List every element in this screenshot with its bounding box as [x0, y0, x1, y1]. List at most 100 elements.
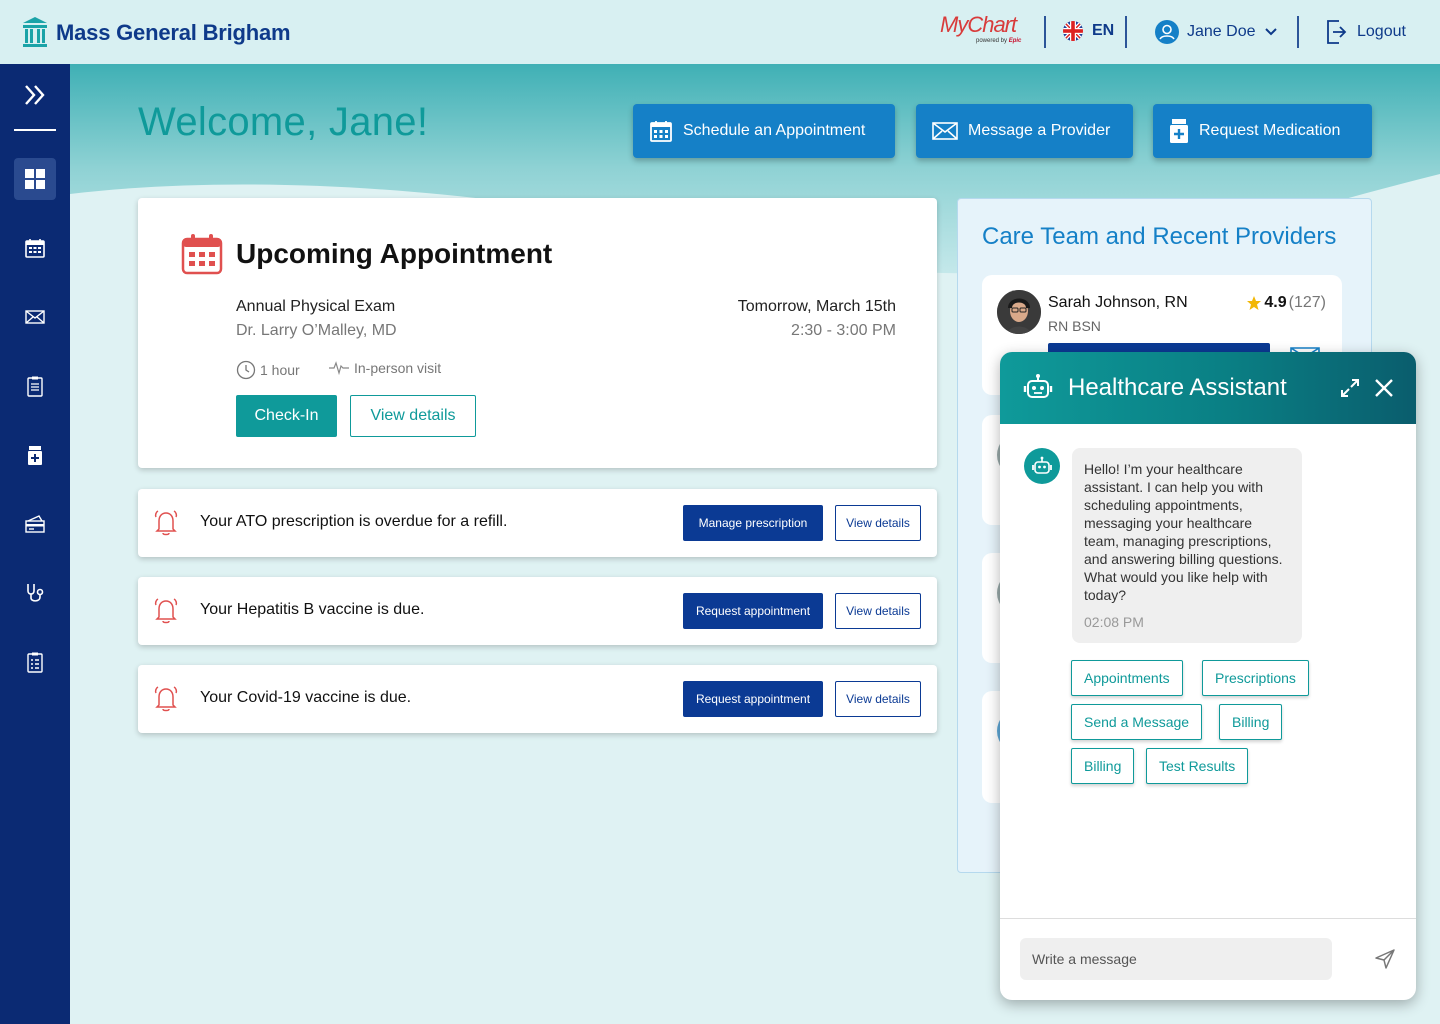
language-label: EN: [1092, 22, 1115, 39]
assistant-message-text: Hello! I’m your healthcare assistant. I …: [1084, 461, 1283, 603]
clipboard-icon: [27, 376, 43, 397]
sidebar-item-tasks[interactable]: [14, 365, 56, 407]
request-appointment-button[interactable]: Request appointment: [683, 681, 823, 717]
rating-value: 4.9: [1264, 294, 1287, 311]
sidebar-item-care[interactable]: [14, 572, 56, 614]
message-timestamp: 02:08 PM: [1084, 614, 1144, 630]
appointment-visit-type: In-person visit: [328, 360, 441, 376]
appointment-doctor: Dr. Larry O’Malley, MD: [236, 322, 397, 339]
care-team-title: Care Team and Recent Providers: [982, 223, 1337, 250]
alert-text: Your ATO prescription is overdue for a r…: [200, 513, 508, 530]
appointment-name: Annual Physical Exam: [236, 298, 396, 315]
chip-send-message[interactable]: Send a Message: [1071, 704, 1203, 740]
records-icon: [27, 652, 43, 673]
view-details-button[interactable]: View details: [835, 681, 921, 717]
chip-test-results[interactable]: Test Results: [1146, 748, 1249, 784]
medication-icon: [28, 446, 42, 465]
hospital-logo-icon: [23, 17, 47, 47]
divider: [1125, 16, 1127, 48]
stethoscope-icon: [27, 584, 44, 602]
bell-icon: [154, 598, 178, 624]
chat-header: Healthcare Assistant: [1000, 352, 1416, 424]
calendar-icon: [650, 121, 672, 142]
provider-name: Sarah Johnson, RN: [1048, 294, 1188, 311]
rating-count: (127): [1288, 294, 1326, 311]
chip-billing[interactable]: Billing: [1219, 704, 1283, 740]
brand-logo[interactable]: Mass General Brigham: [22, 16, 291, 50]
close-icon[interactable]: [1374, 378, 1394, 398]
sidebar-item-appointments[interactable]: [14, 227, 56, 269]
medication-icon: [1170, 119, 1188, 143]
sidebar-expand-button[interactable]: [22, 82, 48, 108]
robot-icon: [1032, 456, 1052, 474]
manage-prescription-button[interactable]: Manage prescription: [683, 505, 823, 541]
bell-icon: [154, 510, 178, 536]
clock-icon: [236, 360, 256, 380]
sidebar-item-messages[interactable]: [14, 296, 56, 338]
alert-card: Your Covid-19 vaccine is due. Request ap…: [138, 665, 937, 733]
appointment-time: 2:30 - 3:00 PM: [791, 322, 896, 339]
language-selector[interactable]: EN: [1062, 20, 1114, 42]
sidebar-item-dashboard[interactable]: [14, 158, 56, 200]
calendar-icon: [25, 239, 45, 258]
mychart-logo[interactable]: MyChart powered by Epic: [940, 12, 1030, 48]
view-details-button[interactable]: View details: [835, 505, 921, 541]
request-medication-button[interactable]: Request Medication: [1153, 104, 1372, 158]
request-medication-label: Request Medication: [1199, 122, 1341, 139]
assistant-avatar: [1024, 448, 1060, 484]
request-appointment-button[interactable]: Request appointment: [683, 593, 823, 629]
provider-avatar: [997, 290, 1041, 334]
robot-icon: [1023, 374, 1053, 398]
sidebar-item-records[interactable]: [14, 641, 56, 683]
view-details-button[interactable]: View details: [835, 593, 921, 629]
appointment-title: Upcoming Appointment: [236, 238, 553, 269]
chat-message-input[interactable]: [1020, 938, 1332, 980]
chip-billing[interactable]: Billing: [1071, 748, 1135, 784]
chat-title: Healthcare Assistant: [1068, 374, 1287, 401]
divider: [1297, 16, 1299, 48]
appointment-view-details-button[interactable]: View details: [350, 395, 476, 437]
check-in-button[interactable]: Check-In: [236, 395, 337, 437]
top-bar: Mass General Brigham MyChart powered by …: [0, 0, 1440, 64]
mychart-label: MyChart: [940, 12, 1017, 37]
chip-prescriptions[interactable]: Prescriptions: [1202, 660, 1309, 696]
mychart-powered: powered by Epic: [976, 38, 1022, 44]
assistant-message: Hello! I’m your healthcare assistant. I …: [1072, 448, 1302, 643]
appointment-duration: 1 hour: [236, 360, 300, 380]
heartbeat-icon: [329, 361, 349, 376]
provider-photo: [997, 290, 1041, 334]
logout-button[interactable]: Logout: [1325, 19, 1406, 45]
sidebar-item-billing[interactable]: [14, 503, 56, 545]
alert-text: Your Hepatitis B vaccine is due.: [200, 601, 425, 618]
alert-text: Your Covid-19 vaccine is due.: [200, 689, 412, 706]
calendar-icon: [181, 234, 223, 275]
visit-type-label: In-person visit: [354, 360, 442, 376]
sidebar: [0, 64, 70, 1024]
send-icon[interactable]: [1374, 948, 1396, 970]
duration-label: 1 hour: [260, 362, 300, 378]
chip-appointments[interactable]: Appointments: [1071, 660, 1183, 696]
logout-icon: [1327, 20, 1347, 44]
user-name: Jane Doe: [1187, 23, 1256, 40]
schedule-appointment-button[interactable]: Schedule an Appointment: [633, 104, 895, 158]
logout-label: Logout: [1357, 23, 1406, 40]
sidebar-item-medications[interactable]: [14, 434, 56, 476]
brand-name: Mass General Brigham: [56, 20, 291, 45]
sidebar-divider: [14, 129, 56, 131]
user-menu[interactable]: Jane Doe: [1155, 20, 1278, 44]
appointment-date: Tomorrow, March 15th: [737, 298, 896, 315]
chat-divider: [1000, 918, 1416, 919]
mail-icon: [25, 310, 45, 324]
mail-icon: [932, 122, 958, 140]
billing-icon: [25, 515, 45, 533]
message-provider-button[interactable]: Message a Provider: [916, 104, 1133, 158]
healthcare-assistant-chat: Healthcare Assistant Hello! I’m your hea…: [1000, 352, 1416, 1000]
dashboard-icon: [25, 169, 45, 189]
star-icon: [1247, 296, 1262, 310]
alert-card: Your Hepatitis B vaccine is due. Request…: [138, 577, 937, 645]
expand-icon[interactable]: [1340, 378, 1360, 398]
provider-role: RN BSN: [1048, 318, 1101, 334]
provider-rating: 4.9 (127): [1246, 294, 1326, 312]
message-provider-label: Message a Provider: [968, 122, 1111, 139]
divider: [1044, 16, 1046, 48]
